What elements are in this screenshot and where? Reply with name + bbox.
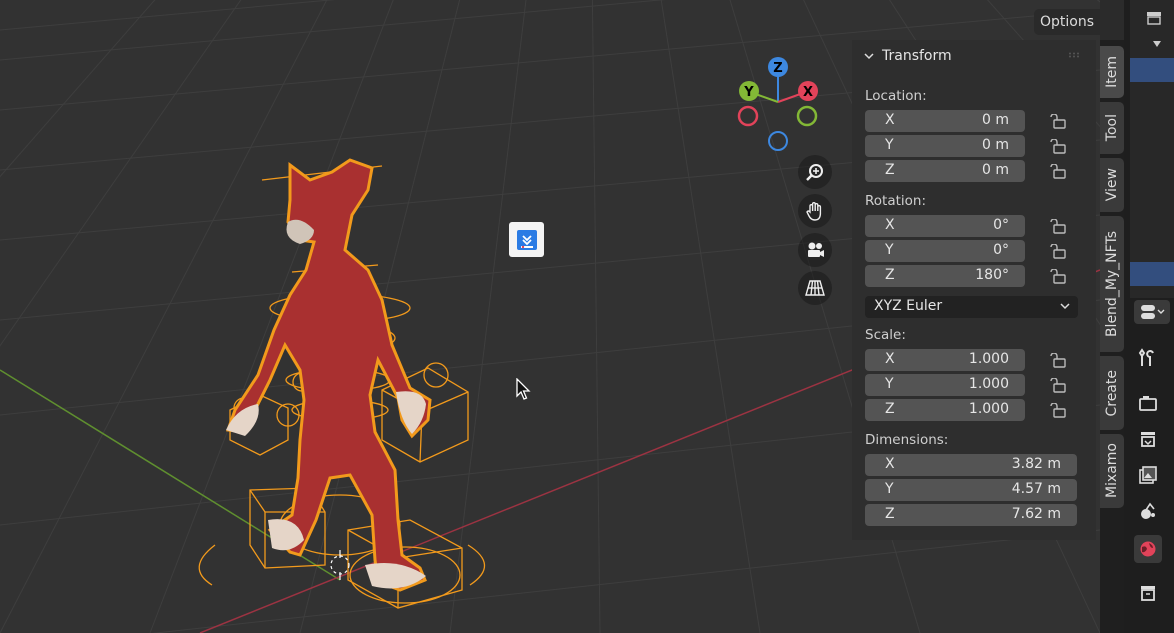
world-icon [1140, 541, 1156, 557]
unlock-icon[interactable] [1048, 164, 1068, 180]
chevron-down-icon [864, 53, 874, 60]
dimensions-z-field[interactable]: Z 7.62 m [865, 504, 1077, 526]
outliner-row-selected[interactable] [1130, 58, 1174, 82]
outliner-row-selected[interactable] [1130, 262, 1174, 286]
location-label: Location: [865, 88, 927, 104]
tab-item[interactable]: Item [1100, 46, 1124, 98]
tool-properties-tab[interactable] [1137, 347, 1159, 369]
pan-button[interactable] [798, 194, 832, 228]
output-properties-tab[interactable] [1137, 428, 1159, 450]
unlock-icon[interactable] [1048, 403, 1068, 419]
options-dropdown[interactable]: Options [1034, 9, 1100, 35]
navigation-gizmo[interactable]: Z X Y [736, 54, 826, 154]
tab-view[interactable]: View [1100, 158, 1124, 212]
editor-type-button[interactable] [1134, 300, 1170, 324]
unlock-icon[interactable] [1048, 139, 1068, 155]
hand-pan-icon [806, 202, 822, 221]
location-x-field[interactable]: X0 m [865, 110, 1025, 132]
rotation-mode-value: XYZ Euler [874, 298, 943, 314]
view-layer-properties-tab[interactable] [1137, 464, 1159, 486]
rotation-y-field[interactable]: Y 0° [865, 240, 1025, 262]
unlock-icon[interactable] [1048, 269, 1068, 285]
tab-create[interactable]: Create [1100, 356, 1124, 430]
mouse-pointer-icon [516, 378, 531, 400]
camera-view-button[interactable] [798, 233, 832, 267]
image-icon [1139, 466, 1157, 484]
character-model [225, 158, 432, 592]
world-properties-tab[interactable] [1134, 535, 1162, 563]
scene-properties-tab[interactable] [1137, 500, 1159, 522]
perspective-toggle-button[interactable] [798, 271, 832, 305]
dimensions-x-field[interactable]: X 3.82 m [865, 454, 1077, 476]
rotation-label: Rotation: [865, 193, 927, 209]
outliner-panel[interactable] [1130, 0, 1174, 298]
rotation-mode-select[interactable]: XYZ Euler [865, 296, 1078, 318]
wrench-icon [1138, 348, 1154, 366]
unlock-icon[interactable] [1048, 353, 1068, 369]
addon-download-icon[interactable] [509, 222, 544, 257]
scale-y-field[interactable]: Y 1.000 [865, 374, 1025, 396]
gizmo-z-label: Z [773, 61, 782, 76]
rotation-z-field[interactable]: Z 180° [865, 265, 1025, 287]
camera-icon [808, 242, 824, 257]
chevron-down-icon [1060, 303, 1070, 310]
sidebar-panel: Transform Location: X0 m Y0 m Z0 m Rotat… [852, 40, 1096, 540]
zoom-button[interactable] [798, 155, 832, 189]
unlock-icon[interactable] [1048, 378, 1068, 394]
scene-icon [1141, 502, 1155, 519]
transform-title: Transform [882, 48, 952, 64]
chevron-down-icon[interactable] [1152, 40, 1162, 48]
transform-panel-header[interactable]: Transform [864, 48, 952, 64]
scale-x-field[interactable]: X 1.000 [865, 349, 1025, 371]
dimensions-label: Dimensions: [865, 432, 949, 448]
toggle-icon [1141, 305, 1165, 319]
gizmo-y-label: Y [743, 85, 754, 100]
scale-label: Scale: [865, 327, 906, 343]
filter-icon[interactable] [1145, 10, 1163, 26]
collection-icon [1141, 586, 1155, 601]
options-label: Options [1039, 14, 1095, 30]
tab-mixamo[interactable]: Mixamo [1100, 434, 1124, 508]
location-z-field[interactable]: Z0 m [865, 160, 1025, 182]
sidebar-tabs: Item Tool View Blend_My_NFTs Create Mixa… [1100, 40, 1124, 633]
location-y-field[interactable]: Y0 m [865, 135, 1025, 157]
render-icon [1139, 396, 1157, 411]
scale-z-field[interactable]: Z 1.000 [865, 399, 1025, 421]
collection-properties-tab[interactable] [1137, 582, 1159, 604]
gizmo-x-label: X [803, 85, 813, 100]
tab-blend-my-nfts[interactable]: Blend_My_NFTs [1100, 216, 1124, 352]
zoom-icon [806, 164, 823, 181]
unlock-icon[interactable] [1048, 244, 1068, 260]
tab-tool[interactable]: Tool [1100, 102, 1124, 154]
grid-perspective-icon [805, 280, 825, 296]
unlock-icon[interactable] [1048, 219, 1068, 235]
render-properties-tab[interactable] [1137, 392, 1159, 414]
output-icon [1141, 432, 1155, 447]
rotation-x-field[interactable]: X 0° [865, 215, 1025, 237]
dimensions-y-field[interactable]: Y 4.57 m [865, 479, 1077, 501]
drag-handle-icon[interactable] [1068, 52, 1082, 58]
unlock-icon[interactable] [1048, 114, 1068, 130]
